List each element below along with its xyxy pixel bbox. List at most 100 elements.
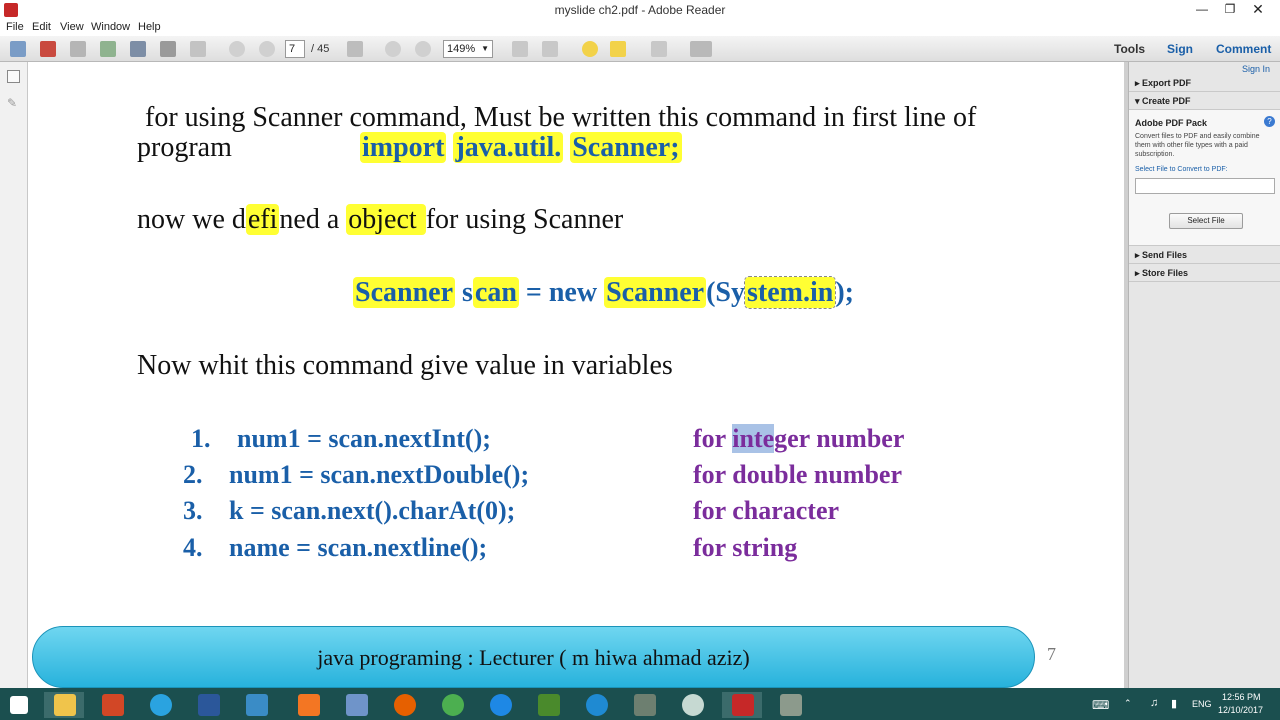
zoom-out-icon[interactable] [385, 41, 401, 57]
desc-1-selected: inte [732, 424, 775, 453]
desc-1-post: ger number [774, 424, 905, 453]
export-pdf-section[interactable]: ▸ Export PDF [1129, 74, 1280, 92]
scanner-ctor: Scanner [604, 277, 707, 308]
attachment-icon[interactable]: ✎ [7, 96, 20, 110]
pack-title: Adobe PDF Pack [1135, 118, 1208, 128]
window-title: myslide ch2.pdf - Adobe Reader [554, 3, 726, 17]
taskbar-powerpoint[interactable] [92, 692, 132, 718]
clock-time[interactable]: 12:56 PM [1222, 692, 1261, 702]
comment-bubble-icon[interactable] [582, 41, 598, 57]
taskbar-chrome[interactable] [432, 692, 472, 718]
slide-line-1: for using Scanner command, Must be writt… [145, 102, 977, 133]
speaker-icon[interactable]: ♫ [1150, 697, 1158, 709]
file-path-input[interactable] [1135, 178, 1275, 194]
system-prefix: (Sy [706, 277, 745, 308]
system-in: stem.in [743, 276, 837, 309]
import-statement: import java.util. Scanner; [360, 132, 682, 164]
pdf-pack-panel: ? Adobe PDF Pack Convert files to PDF an… [1129, 110, 1280, 246]
network-icon[interactable]: ⌃ [1124, 698, 1132, 709]
xampp-icon [298, 694, 320, 716]
fullscreen-icon[interactable] [651, 41, 667, 57]
scan-var: can [472, 277, 519, 308]
hand-tool-icon[interactable] [690, 41, 712, 57]
app-2-icon [634, 694, 656, 716]
taskbar-app-4[interactable] [770, 692, 810, 718]
menu-view[interactable]: View [60, 21, 84, 33]
menu-window[interactable]: Window [91, 21, 130, 33]
menu-help[interactable]: Help [138, 21, 161, 33]
taskbar-virtualbox[interactable] [336, 692, 376, 718]
taskbar-opera[interactable] [480, 692, 520, 718]
battery-icon[interactable]: ▮ [1171, 697, 1177, 710]
highlight-icon[interactable] [610, 41, 626, 57]
clock-date[interactable]: 12/10/2017 [1218, 705, 1263, 715]
help-icon[interactable]: ? [1264, 116, 1275, 127]
keyboard-icon[interactable]: ⌨ [1092, 698, 1109, 712]
next-page-icon[interactable] [259, 41, 275, 57]
chrome-icon [442, 694, 464, 716]
taskbar-file-explorer[interactable] [44, 692, 84, 718]
sign-tab[interactable]: Sign [1167, 42, 1193, 56]
new-keyword: = new [525, 277, 598, 308]
caret-right-icon: ▸ [1135, 78, 1143, 88]
save-icon[interactable] [130, 41, 146, 57]
caret-down-icon: ▾ [1135, 96, 1143, 106]
taskbar-word[interactable] [188, 692, 228, 718]
sign-in-link[interactable]: Sign In [1242, 64, 1270, 74]
tools-tab[interactable]: Tools [1114, 42, 1145, 56]
create-pdf-label: Create PDF [1142, 96, 1191, 106]
comment-tab[interactable]: Comment [1216, 42, 1271, 56]
print-icon[interactable] [160, 41, 176, 57]
select-cursor-icon[interactable] [347, 41, 363, 57]
language-indicator[interactable]: ENG [1192, 699, 1212, 709]
scan-s: s [462, 277, 473, 308]
select-file-button[interactable]: Select File [1169, 213, 1243, 229]
taskbar-firefox[interactable] [384, 692, 424, 718]
list-item-1-num: 1. [191, 424, 211, 453]
cloud-icon[interactable] [100, 41, 116, 57]
prev-page-icon[interactable] [229, 41, 245, 57]
page-thumbnails-icon[interactable] [7, 70, 20, 83]
virtualbox-icon [346, 694, 368, 716]
minimize-button[interactable]: — [1188, 0, 1216, 20]
create-pdf-section[interactable]: ▾ Create PDF [1129, 92, 1280, 110]
taskbar-dreamweaver[interactable] [528, 692, 568, 718]
close-button[interactable]: ✕ [1244, 0, 1272, 20]
document-view[interactable]: for using Scanner command, Must be writt… [29, 62, 1124, 688]
taskbar-adobe-reader[interactable] [722, 692, 762, 718]
taskbar-app[interactable] [236, 692, 276, 718]
store-files-section[interactable]: ▸ Store Files [1129, 264, 1280, 282]
line3-b: efi [245, 204, 280, 235]
taskbar-telegram[interactable] [140, 692, 180, 718]
taskbar-ie[interactable] [576, 692, 616, 718]
taskbar-xampp[interactable] [288, 692, 328, 718]
taskbar-app-3[interactable] [672, 692, 712, 718]
menu-file[interactable]: File [6, 21, 24, 33]
create-pdf-icon[interactable] [40, 41, 56, 57]
menu-edit[interactable]: Edit [32, 21, 51, 33]
edit-icon[interactable] [70, 41, 86, 57]
fit-width-icon[interactable] [542, 41, 558, 57]
email-icon[interactable] [190, 41, 206, 57]
opera-icon [490, 694, 512, 716]
open-icon[interactable] [10, 41, 26, 57]
footer-text: java programing : Lecturer ( m hiwa ahma… [317, 645, 750, 670]
list-item-2-desc: for double number [693, 460, 902, 489]
select-file-label: Select File to Convert to PDF: [1135, 166, 1228, 173]
line3-e: for using Scanner [425, 204, 624, 235]
fit-page-icon[interactable] [512, 41, 528, 57]
send-files-section[interactable]: ▸ Send Files [1129, 246, 1280, 264]
zoom-in-icon[interactable] [415, 41, 431, 57]
title-bar: myslide ch2.pdf - Adobe Reader — ❐ ✕ [0, 0, 1280, 20]
list-item-3-desc: for character [693, 496, 840, 525]
start-button[interactable] [0, 692, 40, 718]
export-pdf-label: Export PDF [1142, 78, 1192, 88]
maximize-button[interactable]: ❐ [1216, 0, 1244, 20]
tools-pane: Sign In ▸ Export PDF ▾ Create PDF ? Adob… [1128, 62, 1280, 688]
page-number-input[interactable]: 7 [285, 40, 305, 58]
taskbar-app-2[interactable] [624, 692, 664, 718]
list-item-1-desc: for integer number [693, 424, 904, 454]
zoom-select[interactable]: 149% ▼ [443, 40, 493, 58]
close-paren: ); [835, 277, 854, 308]
line3-object: object [346, 204, 426, 235]
